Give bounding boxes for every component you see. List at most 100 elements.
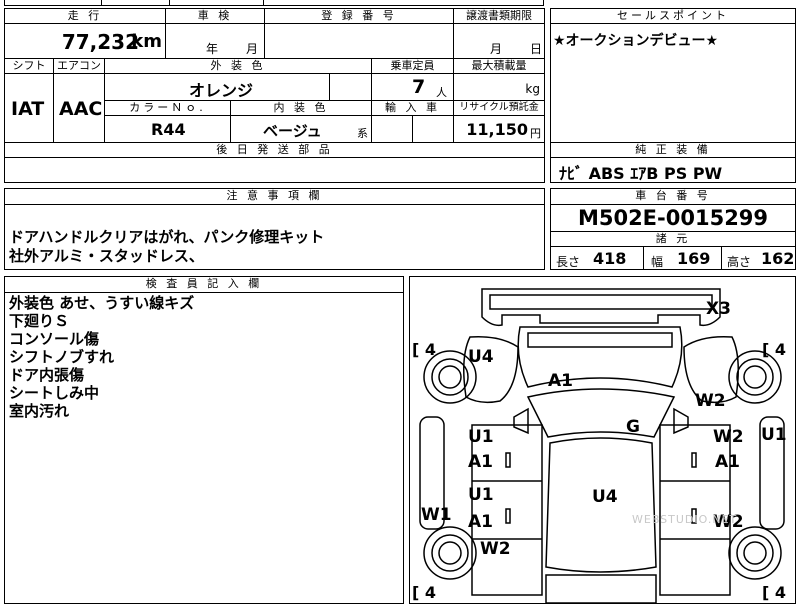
import-cell xyxy=(371,115,454,143)
chassis-cell: M502E-0015299 xyxy=(550,204,796,232)
inspection-cell: 年 月 xyxy=(165,23,265,59)
wheel-rear-right xyxy=(728,526,782,580)
mileage-unit: km xyxy=(131,31,162,52)
inspector-line: 下廻りＳ xyxy=(9,312,70,330)
right-mirror xyxy=(673,407,689,435)
grille-outline xyxy=(527,332,673,348)
sales-point-text: ★オークションデビュー★ xyxy=(553,33,719,49)
left-side-outline xyxy=(471,424,543,596)
sales-point-header: セールスポイント xyxy=(550,8,796,24)
inspection-header: 車 検 xyxy=(165,8,265,24)
sales-point-cell: ★オークションデビュー★ xyxy=(550,23,796,143)
notes-header: 注 意 事 項 欄 xyxy=(4,188,545,205)
left-mirror xyxy=(513,407,529,435)
top-cut-divider xyxy=(101,0,102,6)
mark-x3: X3 xyxy=(706,299,731,319)
mark-u1-left-rear-door: U1 xyxy=(468,485,494,505)
chassis-header: 車 台 番 号 xyxy=(550,188,796,205)
notes-line: ドアハンドルクリアはがれ、パンク修理キット xyxy=(9,228,325,246)
tire-front-left-value: 4 xyxy=(424,340,437,359)
height-label: 高さ xyxy=(727,255,752,269)
inspection-year-label: 年 xyxy=(206,42,219,56)
mark-u1-right-side: U1 xyxy=(761,425,787,445)
mark-u4-roof: U4 xyxy=(592,487,618,507)
length-label: 長さ xyxy=(556,255,581,269)
capacity-cell: 7 人 xyxy=(371,73,454,101)
top-cut-divider xyxy=(169,0,170,6)
mark-u4-front-left: U4 xyxy=(468,347,494,367)
hood-outline xyxy=(517,326,683,388)
tire-front-right-value: 4 xyxy=(774,340,787,359)
notes-line: 社外アルミ・スタッドレス、 xyxy=(9,247,204,265)
mark-a1-hood: A1 xyxy=(548,371,573,391)
car-diagram-panel: X3 A1 U4 W2 G U1 A1 U1 A1 U4 W2 A1 U1 W2… xyxy=(409,276,796,604)
mileage-value: 77,232 xyxy=(61,30,139,54)
interior-color-header: 内 装 色 xyxy=(230,100,372,116)
inspector-line: ドア内張傷 xyxy=(9,366,85,384)
interior-color-value: ベージュ xyxy=(263,122,322,140)
top-cut-strip xyxy=(4,0,544,6)
mark-w1-left-side: W1 xyxy=(421,505,452,525)
mark-u1-left-front-door: U1 xyxy=(468,427,494,447)
shift-header: シフト xyxy=(4,58,54,74)
tire-rear-right: [ 4 xyxy=(762,583,787,602)
specs-divider xyxy=(721,247,722,269)
tire-rear-left: [ 4 xyxy=(412,583,437,602)
mileage-header: 走 行 xyxy=(4,8,166,24)
wheel-rear-left xyxy=(423,526,477,580)
shift-cell: IAT xyxy=(4,73,54,143)
chassis-value: M502E-0015299 xyxy=(577,206,769,230)
aircon-header: エアコン xyxy=(53,58,105,74)
color-no-header: カラーＮｏ. xyxy=(104,100,231,116)
recycle-unit: 円 xyxy=(530,127,541,140)
registration-cell xyxy=(264,23,454,59)
max-load-unit: kg xyxy=(525,82,540,96)
capacity-value: 7 xyxy=(412,76,426,98)
tire-front-right: [ 4 xyxy=(762,340,787,359)
exterior-color-value: オレンジ xyxy=(189,81,254,100)
aircon-cell: AAC xyxy=(53,73,105,143)
exterior-color-header: 外 装 色 xyxy=(104,58,372,74)
exterior-color-cell: オレンジ xyxy=(104,73,372,101)
rear-outline xyxy=(545,574,657,603)
length-value: 418 xyxy=(593,249,627,268)
import-divider xyxy=(412,116,413,142)
door-handle xyxy=(505,508,511,524)
tire-rear-right-value: 4 xyxy=(774,583,787,602)
genuine-equipment-value: ﾅﾋﾞ ABS ｴｱB PS PW xyxy=(559,164,723,183)
right-side-outline xyxy=(659,424,731,596)
watermark: WEBSTUDIO.NET xyxy=(632,513,738,526)
shift-value: IAT xyxy=(11,98,45,120)
door-handle xyxy=(505,452,511,468)
specs-divider xyxy=(643,247,644,269)
inspector-line: コンソール傷 xyxy=(9,330,100,348)
inspection-month-label: 月 xyxy=(246,42,259,56)
tire-rear-left-value: 4 xyxy=(424,583,437,602)
transfer-deadline-cell: 月 日 xyxy=(453,23,545,59)
door-handle xyxy=(691,452,697,468)
max-load-cell: kg xyxy=(453,73,545,101)
mark-a1-left-rear-door: A1 xyxy=(468,512,493,532)
front-bumper-inner xyxy=(489,294,713,310)
mark-w2-right-front-door: W2 xyxy=(713,427,744,447)
color-no-cell: R44 xyxy=(104,115,231,143)
recycle-cell: 11,150 円 xyxy=(453,115,545,143)
windshield-outline xyxy=(526,388,676,438)
capacity-unit: 人 xyxy=(436,86,447,99)
color-no-value: R44 xyxy=(151,120,186,139)
recycle-value: 11,150 xyxy=(466,120,528,139)
mark-g-windshield: G xyxy=(626,417,640,437)
mark-a1-left-front-door: A1 xyxy=(468,452,493,472)
inspector-cell: 外装色 あせ、うすい線キズ 下廻りＳ コンソール傷 シフトノブすれ ドア内張傷 … xyxy=(4,292,404,604)
genuine-equipment-header: 純 正 装 備 xyxy=(550,142,796,158)
registration-header: 登 録 番 号 xyxy=(264,8,454,24)
exterior-color-divider xyxy=(329,74,330,100)
inspector-line: シートしみ中 xyxy=(9,384,100,402)
width-label: 幅 xyxy=(651,255,664,269)
inspector-line: シフトノブすれ xyxy=(9,348,115,366)
interior-color-cell: ベージュ 系 xyxy=(230,115,372,143)
top-cut-divider xyxy=(263,0,264,6)
import-header: 輸 入 車 xyxy=(371,100,454,116)
mark-w2-front-right: W2 xyxy=(695,391,726,411)
recycle-header: リサイクル預託金 xyxy=(453,100,545,116)
